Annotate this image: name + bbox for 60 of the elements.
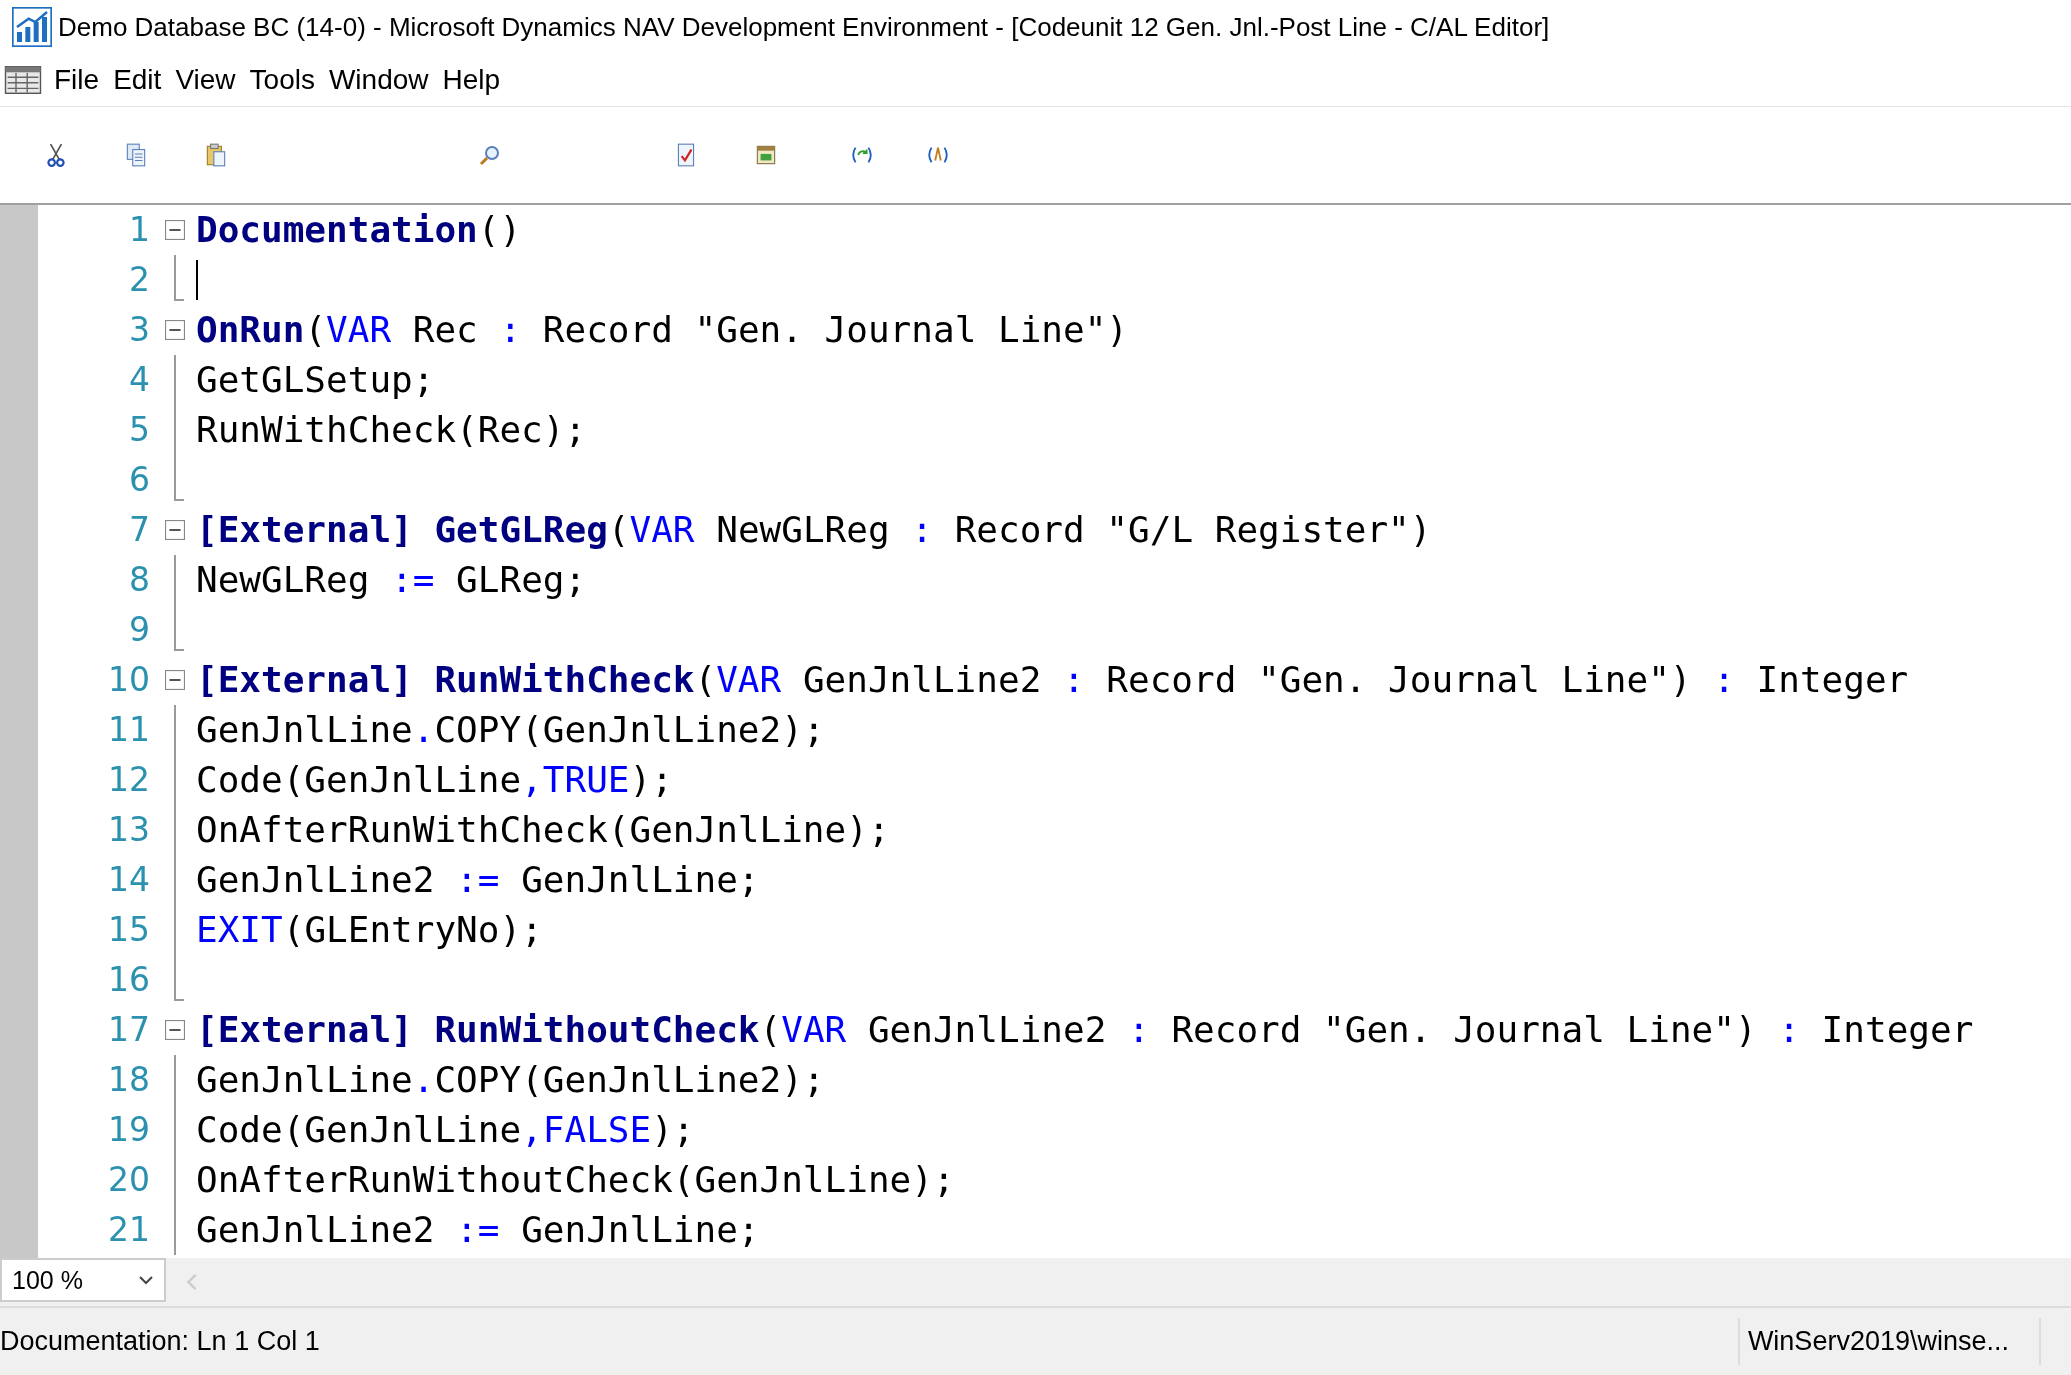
paste-icon[interactable] [204,142,228,168]
code-line: GenJnlLine2 := GenJnlLine; [196,1208,760,1252]
line-number: 2 [128,259,150,301]
line-number: 16 [107,959,150,1001]
line-number: 11 [107,709,150,751]
line-number: 1 [128,209,150,251]
collapse-icon[interactable] [165,520,185,540]
code-line: GetGLSetup; [196,358,435,402]
menu-item[interactable]: Edit [113,64,162,96]
collapse-icon[interactable] [165,220,185,240]
line-number: 12 [107,759,150,801]
code-line: [External] RunWithCheck(VAR GenJnlLine2 : Record "Gen. Journal Line") : Integer [196,658,1909,702]
line-number: 8 [128,559,150,601]
menu-item[interactable]: Tools [249,64,315,96]
line-number: 13 [107,809,150,851]
line-number: 9 [128,609,150,651]
code-line: RunWithCheck(Rec); [196,408,587,452]
line-number: 20 [107,1159,150,1201]
collapse-icon[interactable] [165,1020,185,1040]
scissors-icon[interactable] [44,142,68,168]
line-number: 18 [107,1059,150,1101]
line-number: 5 [128,409,150,451]
line-number: 17 [107,1009,150,1051]
line-number: 6 [128,459,150,501]
code-line: OnAfterRunWithoutCheck(GenJnlLine); [196,1158,955,1202]
line-number: 4 [128,359,150,401]
code-line: Documentation() [196,208,522,252]
line-number: 10 [107,659,150,701]
line-number: 7 [128,509,150,551]
zoom-dropdown[interactable]: 100 % [0,1258,166,1302]
bar-chart-icon [12,7,52,47]
line-number: 19 [107,1109,150,1151]
copy-icon[interactable] [124,142,148,168]
collapse-icon[interactable] [165,670,185,690]
status-text: WinServ2019\winse... [1737,1318,2041,1365]
code-line: OnRun(VAR Rec : Record "Gen. Journal Line") [196,308,1129,352]
collapse-icon[interactable] [165,320,185,340]
window-title: Demo Database BC (14-0) - Microsoft Dynamics NAV Development Environment - [Codeunit 12 Gen. Jnl.-Post Line - C/AL Editor] [58,11,1550,43]
fold-line [174,255,184,301]
status-text: Documentation: Ln 1 Col 1 [0,1326,320,1357]
code-line: NewGLReg := GLReg; [196,558,587,602]
menu-item[interactable]: Window [328,64,429,96]
code-line: Code(GenJnlLine,TRUE); [196,758,673,802]
code-line: Code(GenJnlLine,FALSE); [196,1108,695,1152]
chevron-down-icon [138,1275,154,1285]
table-icon[interactable] [4,66,42,94]
code-line: [External] GetGLReg(VAR NewGLReg : Record "G/L Register") [196,508,1432,552]
menu-item[interactable]: Help [442,64,501,96]
menu-item[interactable]: View [175,64,236,96]
code-line: GenJnlLine.COPY(GenJnlLine2); [196,708,825,752]
line-number: 14 [107,859,150,901]
line-number: 3 [128,309,150,351]
code-line: GenJnlLine2 := GenJnlLine; [196,858,760,902]
line-number: 21 [107,1209,150,1251]
menu-item[interactable]: File [54,64,100,96]
code-line: OnAfterRunWithCheck(GenJnlLine); [196,808,890,852]
code-line: [External] RunWithoutCheck(VAR GenJnlLine2 : Record "Gen. Journal Line") : Integer [196,1008,1974,1052]
line-number: 15 [107,909,150,951]
code-line: GenJnlLine.COPY(GenJnlLine2); [196,1058,825,1102]
code-line: EXIT(GLEntryNo); [196,908,543,952]
